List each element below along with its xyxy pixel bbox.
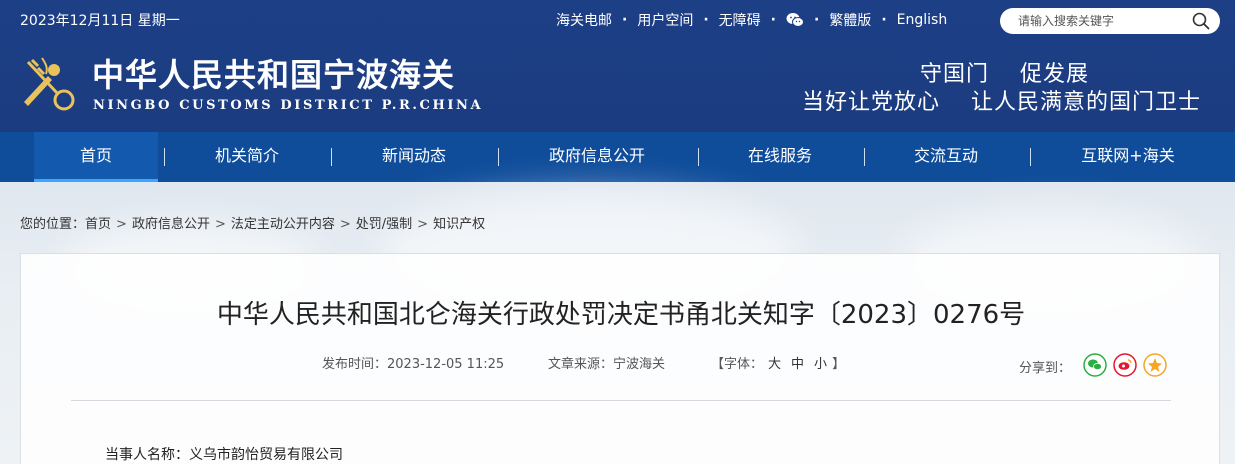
font-size-medium[interactable]: 中 [791, 357, 804, 372]
font-size-label: 【字体： [711, 357, 764, 372]
current-date: 2023年12月11日 星期一 [20, 13, 180, 29]
wechat-share-icon[interactable] [1083, 353, 1107, 377]
separator-dot: · [881, 12, 887, 28]
search-input[interactable] [1018, 12, 1178, 30]
search-box [1000, 8, 1220, 34]
site-title[interactable]: 中华人民共和国宁波海关 [92, 50, 455, 96]
nav-item-interaction[interactable]: 交流互动 [878, 132, 1014, 182]
font-size-control: 【字体： 大中小】 [711, 353, 845, 372]
link-traditional-chinese[interactable]: 繁體版 [829, 10, 871, 30]
search-icon[interactable] [1192, 12, 1210, 30]
separator-dot: · [770, 12, 776, 28]
breadcrumb-item-ip[interactable]: 知识产权 [433, 217, 485, 232]
nav-item-about[interactable]: 机关简介 [180, 132, 314, 182]
nav-separator [498, 148, 499, 166]
breadcrumb-item-home[interactable]: 首页 [85, 217, 111, 232]
breadcrumb-item-penalty[interactable]: 处罚/强制 [356, 217, 412, 232]
qzone-share-icon[interactable] [1143, 353, 1167, 377]
separator-dot: · [813, 12, 820, 28]
site-subtitle: NINGBO CUSTOMS DISTRICT P.R.CHINA [93, 98, 484, 113]
separator-dot: · [703, 12, 709, 28]
font-size-large[interactable]: 大 [768, 357, 781, 372]
nav-item-news[interactable]: 新闻动态 [346, 132, 482, 182]
weibo-share-icon[interactable] [1113, 353, 1137, 377]
nav-item-home[interactable]: 首页 [34, 132, 158, 182]
breadcrumb-arrow: > [214, 217, 226, 232]
article-source: 文章来源：宁波海关 [548, 357, 666, 372]
wechat-icon[interactable] [786, 11, 804, 29]
site-header: 2023年12月11日 星期一 海关电邮 · 用户空间 · 无障碍 · · 繁體… [0, 0, 1235, 132]
breadcrumb-item-gov-info[interactable]: 政府信息公开 [132, 217, 210, 232]
article-title: 中华人民共和国北仑海关行政处罚决定书甬北关知字〔2023〕0276号 [216, 300, 1026, 330]
meta-divider [71, 400, 1171, 401]
link-user-space[interactable]: 用户空间 [637, 10, 693, 30]
breadcrumb-prefix: 您的位置： [20, 217, 86, 232]
nav-separator [1030, 148, 1031, 166]
link-customs-email[interactable]: 海关电邮 [556, 10, 612, 30]
article-panel: 中华人民共和国北仑海关行政处罚决定书甬北关知字〔2023〕0276号 发布时间：… [20, 253, 1220, 464]
main-nav: 首页 机关简介 新闻动态 政府信息公开 在线服务 交流互动 互联网+海关 [0, 132, 1235, 182]
separator-dot: · [622, 12, 628, 28]
nav-separator [331, 148, 332, 166]
customs-emblem-icon[interactable] [20, 54, 82, 114]
breadcrumb-arrow: > [116, 217, 127, 232]
link-accessibility[interactable]: 无障碍 [719, 10, 761, 30]
font-size-label-close: 】 [832, 357, 846, 372]
link-english[interactable]: English [897, 12, 948, 28]
nav-item-internet-customs[interactable]: 互联网+海关 [1060, 132, 1196, 182]
slogan-line-2: 当好让党放心 让人民满意的国门卫士 [802, 90, 1201, 115]
breadcrumb: 您的位置：首页 > 政府信息公开 > 法定主动公开内容 > 处罚/强制 > 知识产权 [20, 213, 485, 232]
font-size-small[interactable]: 小 [814, 357, 827, 372]
nav-separator [864, 148, 865, 166]
nav-item-gov-info[interactable]: 政府信息公开 [512, 132, 682, 182]
breadcrumb-item-statutory[interactable]: 法定主动公开内容 [231, 217, 335, 232]
party-name: 当事人名称：义乌市韵怡贸易有限公司 [105, 447, 343, 463]
nav-item-online-service[interactable]: 在线服务 [712, 132, 848, 182]
share-label: 分享到： [1019, 361, 1072, 376]
breadcrumb-arrow: > [417, 217, 429, 232]
nav-separator [164, 148, 165, 166]
breadcrumb-arrow: > [339, 217, 351, 232]
top-links: 海关电邮 · 用户空间 · 无障碍 · · 繁體版 · English [556, 10, 947, 30]
publish-time: 发布时间：2023-12-05 11:25 [322, 357, 505, 372]
nav-separator [698, 148, 699, 166]
